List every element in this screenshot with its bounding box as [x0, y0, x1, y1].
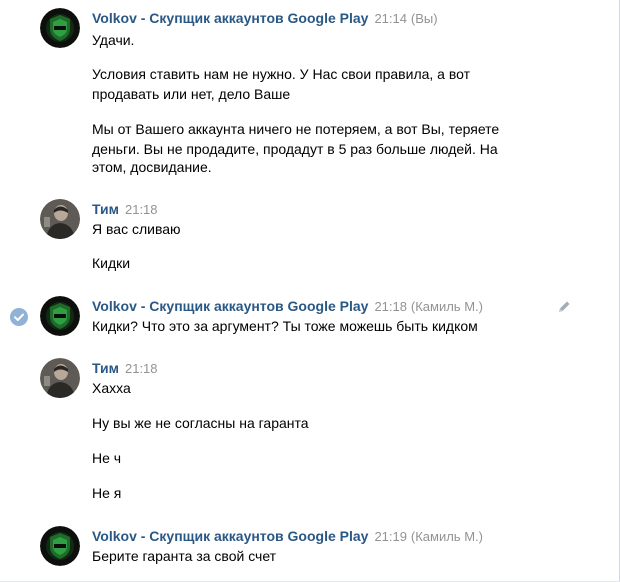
- message-text: деньги. Вы не продадите, продадут в 5 ра…: [92, 141, 498, 157]
- pencil-icon[interactable]: [556, 299, 572, 315]
- message-text: Кидки: [92, 255, 131, 271]
- message-text: Хахха: [92, 380, 131, 396]
- author-name[interactable]: Тим: [92, 360, 119, 376]
- message-text: Ну вы же не согласны на гаранта: [92, 415, 309, 431]
- message-text: Кидки? Что это за аргумент? Ты тоже може…: [92, 318, 478, 334]
- message-text: Мы от Вашего аккаунта ничего не потеряем…: [92, 121, 500, 137]
- message-text: Не я: [92, 485, 122, 501]
- author-name[interactable]: Volkov - Скупщик аккаунтов Google Play: [92, 528, 368, 544]
- author-name[interactable]: Volkov - Скупщик аккаунтов Google Play: [92, 298, 368, 314]
- message-text: продавать или нет, дело Ваше: [92, 86, 291, 102]
- message-text: этом, досвидание.: [92, 159, 212, 175]
- sender-note: (Вы): [410, 11, 438, 26]
- avatar[interactable]: [40, 358, 80, 398]
- sender-note: (Камиль М.): [410, 299, 483, 314]
- author-name[interactable]: Тим: [92, 201, 119, 217]
- message-header: Volkov - Скупщик аккаунтов Google Play 21…: [92, 297, 483, 315]
- message-text: Условия ставить нам не нужно. У Нас свои…: [92, 66, 471, 82]
- chat-history[interactable]: Volkov - Скупщик аккаунтов Google Play 21…: [0, 0, 620, 582]
- avatar[interactable]: [40, 296, 80, 336]
- avatar[interactable]: [40, 8, 80, 48]
- author-name[interactable]: Volkov - Скупщик аккаунтов Google Play: [92, 10, 368, 26]
- message-header: Volkov - Скупщик аккаунтов Google Play 21…: [92, 527, 483, 545]
- message-header: Тим 21:18: [92, 200, 158, 218]
- message-time[interactable]: 21:18: [374, 299, 407, 314]
- avatar[interactable]: [40, 526, 80, 566]
- message-time[interactable]: 21:18: [125, 361, 158, 376]
- message-time[interactable]: 21:18: [125, 202, 158, 217]
- message-time[interactable]: 21:19: [374, 529, 407, 544]
- message-text: Берите гаранта за свой счет: [92, 548, 277, 564]
- message-header: Volkov - Скупщик аккаунтов Google Play 21…: [92, 9, 438, 27]
- message-time[interactable]: 21:14: [374, 11, 407, 26]
- message-text: Удачи.: [92, 32, 135, 48]
- message-text: Не ч: [92, 450, 122, 466]
- avatar[interactable]: [40, 199, 80, 239]
- check-circle-icon[interactable]: [10, 308, 28, 326]
- message-header: Тим 21:18: [92, 359, 158, 377]
- message-text: Я вас сливаю: [92, 221, 181, 237]
- sender-note: (Камиль М.): [410, 529, 483, 544]
